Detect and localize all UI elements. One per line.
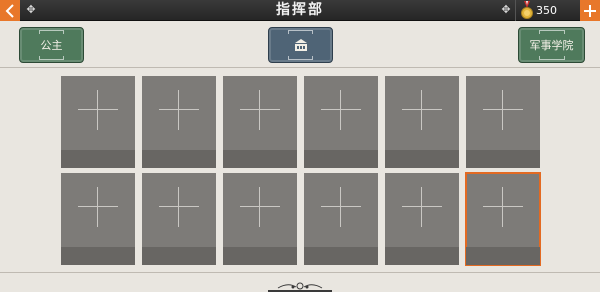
- plus-icon: [159, 90, 199, 130]
- headquarters-button[interactable]: [268, 27, 333, 63]
- plus-icon: [483, 90, 523, 130]
- plus-icon: [78, 187, 118, 227]
- unit-slot[interactable]: [385, 173, 459, 265]
- slot-base: [223, 150, 297, 168]
- slot-base: [142, 247, 216, 265]
- slot-base: [142, 150, 216, 168]
- slot-base: [304, 247, 378, 265]
- princess-button-label: 公主: [40, 39, 63, 52]
- add-currency-button[interactable]: [580, 0, 600, 21]
- unit-slot[interactable]: [385, 76, 459, 168]
- building-icon: [294, 39, 307, 51]
- academy-button-label: 军事学院: [529, 39, 574, 52]
- divider: [0, 272, 600, 273]
- slot-base: [385, 247, 459, 265]
- plus-icon: [78, 90, 118, 130]
- unit-slot[interactable]: [142, 76, 216, 168]
- currency-display: 350: [515, 0, 580, 21]
- unit-slot[interactable]: [142, 173, 216, 265]
- slot-base: [385, 150, 459, 168]
- unit-slot[interactable]: [304, 76, 378, 168]
- ornament-right-icon: ✥: [501, 3, 511, 16]
- currency-value: 350: [536, 4, 557, 17]
- top-bar: ✥ 指挥部 ✥ 350: [0, 0, 600, 21]
- plus-icon: [483, 187, 523, 227]
- plus-icon: [402, 90, 442, 130]
- plus-icon: [584, 4, 596, 17]
- medal-icon: [521, 1, 533, 19]
- slot-base: [466, 150, 540, 168]
- plus-icon: [159, 187, 199, 227]
- divider: [0, 67, 600, 68]
- slot-base: [466, 247, 540, 265]
- plus-icon: [402, 187, 442, 227]
- unit-slot[interactable]: [465, 172, 541, 266]
- slot-base: [61, 247, 135, 265]
- unit-slot-grid: [61, 76, 541, 266]
- slot-base: [223, 247, 297, 265]
- slot-base: [304, 150, 378, 168]
- plus-icon: [321, 187, 361, 227]
- unit-slot[interactable]: [223, 173, 297, 265]
- unit-slot[interactable]: [304, 173, 378, 265]
- plus-icon: [240, 187, 280, 227]
- princess-button[interactable]: 公主: [19, 27, 84, 63]
- plus-icon: [240, 90, 280, 130]
- unit-slot[interactable]: [223, 76, 297, 168]
- unit-slot[interactable]: [61, 76, 135, 168]
- bottom-ornament-icon: [268, 282, 332, 292]
- unit-slot[interactable]: [61, 173, 135, 265]
- unit-slot[interactable]: [466, 76, 540, 168]
- slot-base: [61, 150, 135, 168]
- military-academy-button[interactable]: 军事学院: [518, 27, 585, 63]
- plus-icon: [321, 90, 361, 130]
